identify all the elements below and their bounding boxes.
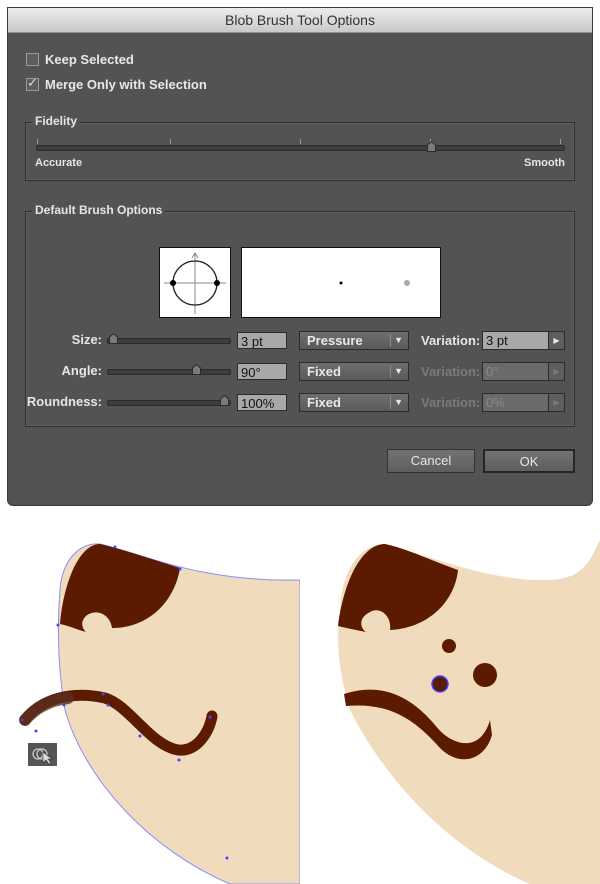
angle-variation-field: 0° ▶ xyxy=(482,362,565,381)
dropdown-separator xyxy=(390,334,391,347)
cancel-button[interactable]: Cancel xyxy=(387,449,475,473)
blob-brush-dialog: Blob Brush Tool Options Keep Selected Me… xyxy=(8,8,592,505)
size-slider-track[interactable] xyxy=(107,338,231,344)
keep-selected-checkbox[interactable]: Keep Selected xyxy=(26,52,134,67)
roundness-mode-value: Fixed xyxy=(307,395,341,410)
angle-slider-track[interactable] xyxy=(107,369,231,375)
angle-label: Angle: xyxy=(61,363,102,378)
angle-mode-value: Fixed xyxy=(307,364,341,379)
roundness-slider-thumb[interactable] xyxy=(220,395,229,406)
freckle-small xyxy=(442,639,456,653)
roundness-mode-dropdown[interactable]: Fixed ▼ xyxy=(299,393,409,412)
chevron-down-icon: ▼ xyxy=(394,366,403,376)
size-label: Size: xyxy=(71,332,102,347)
keep-selected-label: Keep Selected xyxy=(45,52,134,67)
dialog-title: Blob Brush Tool Options xyxy=(8,8,592,33)
chevron-right-icon: ▶ xyxy=(548,363,564,380)
fidelity-tick xyxy=(170,139,171,144)
roundness-slider-track[interactable] xyxy=(107,400,231,406)
size-mode-dropdown[interactable]: Pressure ▼ xyxy=(299,331,409,350)
roundness-variation-label: Variation: xyxy=(421,395,481,410)
fidelity-label: Fidelity xyxy=(32,114,81,128)
fidelity-slider-thumb[interactable] xyxy=(427,141,437,152)
brush-dots-icon xyxy=(339,280,410,286)
dropdown-separator xyxy=(390,396,391,409)
artwork-before xyxy=(19,543,300,884)
roundness-value-field[interactable]: 100% xyxy=(237,394,287,411)
freckle-selected[interactable] xyxy=(431,675,449,693)
size-variation-field[interactable]: 3 pt ▶ xyxy=(482,331,565,350)
angle-value-field[interactable]: 90° xyxy=(237,363,287,380)
chevron-right-icon: ▶ xyxy=(548,394,564,411)
fidelity-tick xyxy=(560,139,561,144)
new-brush-stroke xyxy=(19,692,74,726)
keep-selected-box[interactable] xyxy=(26,53,39,66)
brush-options-group: Default Brush Options Size: 3 pt Pressur… xyxy=(25,203,575,427)
brush-stroke-preview xyxy=(241,247,441,318)
size-variation-value: 3 pt xyxy=(486,333,508,348)
angle-variation-value: 0° xyxy=(486,364,499,379)
merge-only-box[interactable] xyxy=(26,75,39,91)
chevron-right-icon[interactable]: ▶ xyxy=(548,332,564,349)
blob-brush-cursor-icon xyxy=(28,743,57,766)
fidelity-slider-track[interactable] xyxy=(36,145,565,151)
roundness-label: Roundness: xyxy=(26,394,102,409)
angle-slider-thumb[interactable] xyxy=(191,364,201,375)
merge-only-label: Merge Only with Selection xyxy=(45,77,207,92)
size-slider-thumb[interactable] xyxy=(109,333,119,344)
fidelity-max-label: Smooth xyxy=(524,157,565,169)
artwork-after xyxy=(338,540,600,884)
size-variation-label: Variation: xyxy=(421,333,481,348)
fidelity-group: Fidelity Accurate Smooth xyxy=(25,114,575,181)
chevron-down-icon: ▼ xyxy=(394,397,403,407)
brush-shape-preview xyxy=(159,247,231,318)
dropdown-separator xyxy=(390,365,391,378)
size-value-field[interactable]: 3 pt xyxy=(237,332,287,349)
angle-variation-label: Variation: xyxy=(421,364,481,379)
fidelity-min-label: Accurate xyxy=(35,157,83,169)
size-mode-value: Pressure xyxy=(307,333,363,348)
chevron-down-icon: ▼ xyxy=(394,335,403,345)
ok-button[interactable]: OK xyxy=(483,449,575,473)
freckle-large xyxy=(473,663,497,687)
merge-only-checkbox[interactable]: Merge Only with Selection xyxy=(26,75,207,92)
fidelity-tick xyxy=(37,139,38,144)
brush-options-label: Default Brush Options xyxy=(32,203,166,217)
fidelity-tick xyxy=(300,139,301,144)
roundness-variation-field: 0% ▶ xyxy=(482,393,565,412)
roundness-variation-value: 0% xyxy=(486,395,505,410)
angle-mode-dropdown[interactable]: Fixed ▼ xyxy=(299,362,409,381)
brush-shape-icon xyxy=(164,252,226,314)
